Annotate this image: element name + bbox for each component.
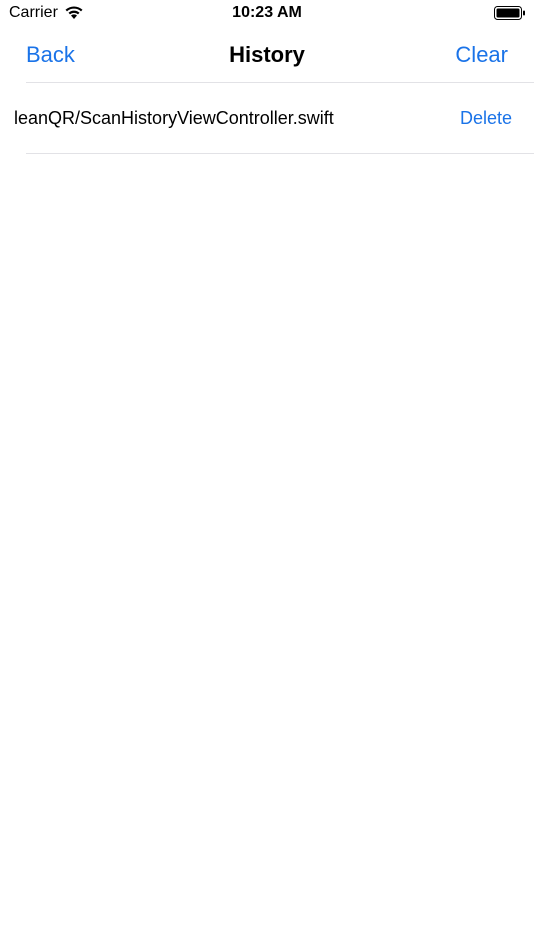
status-time: 10:23 AM [232, 4, 302, 21]
history-item-label: leanQR/ScanHistoryViewController.swift [14, 108, 334, 128]
separator [26, 153, 534, 154]
battery-icon [494, 6, 525, 20]
page-title: History [229, 42, 305, 67]
delete-button[interactable]: Delete [460, 108, 512, 129]
status-bar: Carrier 10:23 AM [0, 0, 534, 28]
clear-button[interactable]: Clear [455, 42, 508, 68]
list-item[interactable]: leanQR/ScanHistoryViewController.swift D… [0, 83, 534, 153]
navigation-bar: Back History Clear [0, 28, 534, 82]
